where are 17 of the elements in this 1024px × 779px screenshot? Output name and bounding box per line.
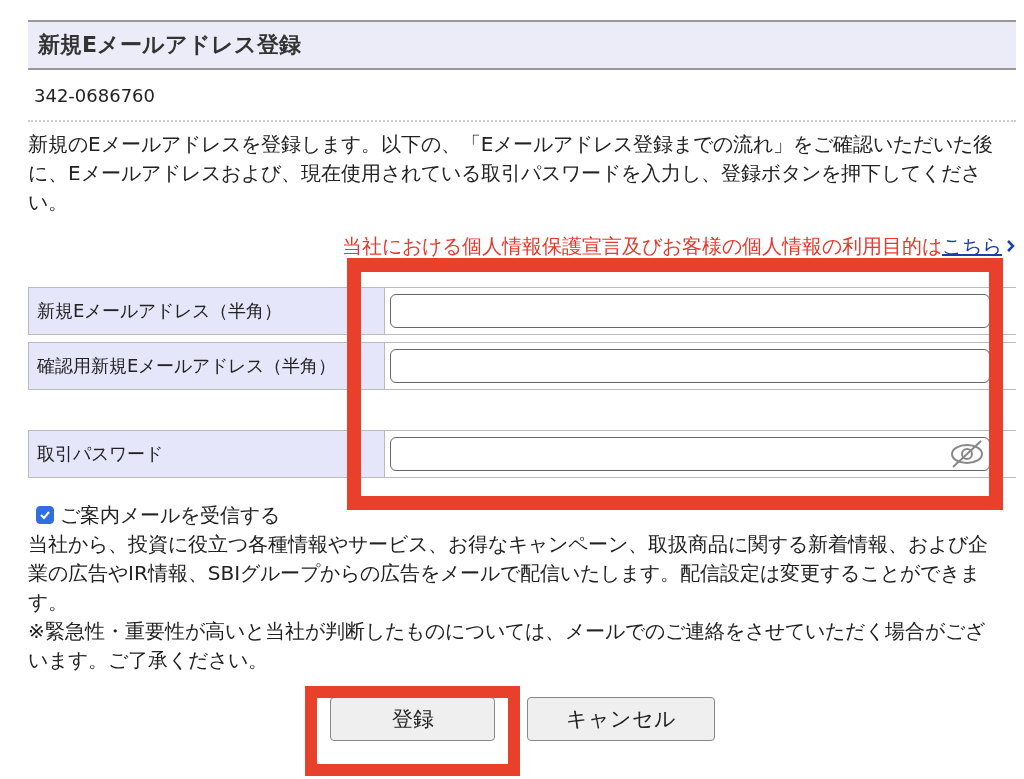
field-label: 確認用新規Eメールアドレス（半角）	[29, 343, 385, 389]
chevron-right-icon	[1006, 239, 1016, 253]
privacy-notice: 当社における個人情報保護宣言及びお客様の個人情報の利用目的はこちら	[342, 232, 1002, 260]
page-title: 新規Eメールアドレス登録	[28, 20, 1016, 70]
newsletter-checkbox[interactable]	[36, 506, 54, 524]
account-number: 342-0686760	[28, 70, 1016, 122]
notice-text: ※緊急性・重要性が高いと当社が判断したものについては、メールでのご連絡をさせていただく場合がございます。ご了承ください。	[28, 618, 986, 674]
intro-text: 新規のEメールアドレスを登録します。以下の、「Eメールアドレス登録までの流れ」をご確認いただいた後に、Eメールアドレスおよび、現在使用されている取引パスワードを入力し、登録ボタンを押下してください。	[28, 131, 995, 216]
eye-slash-icon[interactable]	[949, 439, 985, 469]
field-label: 取引パスワード	[29, 431, 385, 477]
field-label: 新規Eメールアドレス（半角）	[29, 288, 385, 334]
privacy-link[interactable]: こちら	[942, 233, 1002, 258]
cancel-button[interactable]: キャンセル	[527, 697, 715, 741]
checkmark-icon	[39, 509, 51, 521]
register-button[interactable]: 登録	[330, 697, 495, 741]
newsletter-label: ご案内メールを受信する	[60, 501, 280, 529]
newsletter-description: 当社から、投資に役立つ各種情報やサービス、お得なキャンペーン、取扱商品に関する新着情報、および企業の広告やIR情報、SBIグループからの広告をメールで配信いたします。配信設定は変更することができます。	[28, 531, 989, 616]
